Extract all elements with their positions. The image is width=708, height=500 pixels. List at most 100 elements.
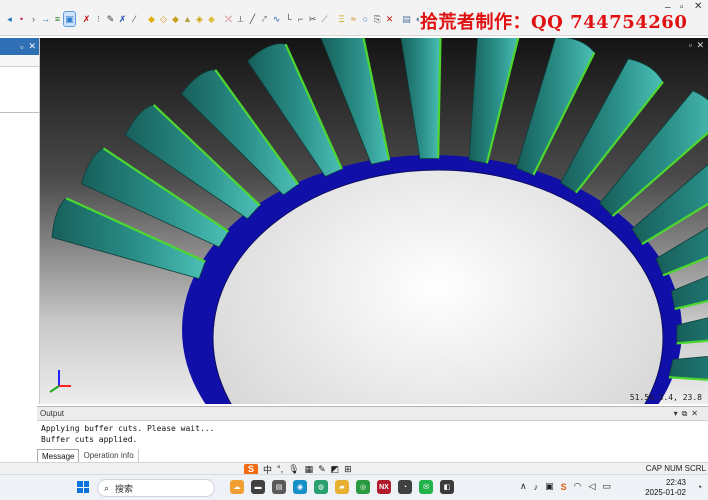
cross-icon[interactable]: ✗ [81,12,92,26]
toolbar-icon-row: ◂ • › → ≡ ▣ ✗ ⁝ ✎ ✗ ⁄ ◆ ◇ ◆ ▲ ◈ ◆ ⤫ ⟂ ╱ ⤤ ∿ └ ⌐ ✂ ⟋ Ξ ≈ ○ ⎘ ✕ ▤ ◐ [4,10,424,28]
system-tray: ∧ ♪ ▣ S ◠ ◁ ▭ [520,481,611,492]
folder-app-icon[interactable]: ▰ [335,480,349,494]
output-close-icon[interactable]: ✕ [691,409,702,418]
ime-keyboard-icon[interactable]: ▦ [305,464,314,475]
output-float-icon[interactable]: ⧉ [682,409,692,418]
mic-tray-icon[interactable]: ♪ [534,482,539,492]
shade-icon[interactable]: ▤ [401,12,412,26]
volume-icon[interactable]: ◁ [588,481,595,492]
viewport-close-icon[interactable]: ✕ [696,40,704,51]
knife-icon[interactable]: ⁄ [129,12,140,26]
output-line: Buffer cuts applied. [41,435,138,444]
battery-icon[interactable]: ▭ [602,481,611,492]
panel-divider [0,112,40,113]
delete-icon[interactable]: ✕ [384,12,395,26]
ime-punct-icon[interactable]: °, [277,464,283,474]
layer-icon[interactable]: ≡ [52,12,63,26]
output-log: Applying buffer cuts. Please wait... Buf… [37,421,708,447]
surface-3-icon[interactable]: ◆ [170,12,181,26]
clock-time: 22:43 [665,478,686,487]
output-dropdown-icon[interactable]: ▾ [674,409,682,418]
edit-x-icon[interactable]: ✗ [117,12,128,26]
copy-icon[interactable]: ⎘ [372,12,383,26]
close-button[interactable]: ✕ [694,1,702,12]
maximize-button[interactable]: ▫ [680,2,684,13]
status-bar: S 中 °, 🎙 ▦ ✎ ◩ ⊞ CAP NUM SCRL [0,462,708,475]
navigator-panel: ▫ ✕ [0,38,40,404]
view-readout: 51.5% 3.4, 23.8 [629,393,702,402]
line-icon[interactable]: ╱ [247,12,258,26]
main-toolbar: ◂ • › → ≡ ▣ ✗ ⁝ ✎ ✗ ⁄ ◆ ◇ ◆ ▲ ◈ ◆ ⤫ ⟂ ╱ ⤤ ∿ └ ⌐ ✂ ⟋ Ξ ≈ ○ ⎘ ✕ ▤ ◐ 拾荒者制作：… [0,0,708,36]
clock-date: 2025-01-02 [645,488,686,497]
msedge-app-icon[interactable]: ◍ [314,480,328,494]
output-title: Output [40,409,65,418]
ime-mic-icon[interactable]: 🎙 [288,464,299,475]
viewport-pin-icon[interactable]: ▫ [689,40,692,50]
cut-icon[interactable]: ✂ [307,12,318,26]
sky-app-icon[interactable]: ☁ [230,480,244,494]
output-panel-header: Output ▾⧉✕ [37,407,708,421]
arrow-right-icon[interactable]: → [40,12,51,26]
taskbar-apps: ☁ ▬ ▤ ◉ ◍ ▰ ◎ NX ◔ ✉ ◧ [230,480,454,494]
output-panel: Output ▾⧉✕ Applying buffer cuts. Please … [37,406,708,462]
taskbar-clock[interactable]: 22:43 2025-01-02 [645,478,686,498]
surface-icon[interactable]: ◆ [146,12,157,26]
chrome-app-icon[interactable]: ◎ [356,480,370,494]
toolbar-separator [396,12,400,26]
surface-6-icon[interactable]: ◆ [206,12,217,26]
arrow-left-icon[interactable]: ◂ [4,12,15,26]
ime-toolbox-icon[interactable]: ⊞ [344,464,352,475]
ime-skin-icon[interactable]: ◩ [331,464,340,475]
notification-bell-icon[interactable]: ◔ [697,482,702,492]
sogou-tray-icon[interactable]: S [561,482,567,492]
surface-4-icon[interactable]: ▲ [182,12,193,26]
impeller-model [51,38,708,404]
window-app-icon[interactable]: ▬ [251,480,265,494]
minimize-button[interactable]: – [665,2,671,13]
output-tabs: Message Operation info [37,449,139,462]
dot-icon[interactable]: • [16,12,27,26]
camera-app-icon[interactable]: ◧ [440,480,454,494]
corner-icon[interactable]: └ [283,12,294,26]
edge-app-icon[interactable]: ◉ [293,480,307,494]
selected-tool-icon[interactable]: ▣ [63,11,76,27]
toolbar-separator [76,12,80,26]
tab-message[interactable]: Message [37,449,80,462]
panel-close-icon[interactable]: ✕ [28,41,36,52]
offset-icon[interactable]: ⤤ [259,12,270,26]
chamfer-icon[interactable]: ⌐ [295,12,306,26]
qq-app-icon[interactable]: ◔ [398,480,412,494]
pin-icon[interactable]: ⁝ [93,12,104,26]
files-app-icon[interactable]: ▤ [272,480,286,494]
mirror-icon[interactable]: ⟂ [235,12,246,26]
text-icon[interactable]: Ξ [336,12,347,26]
blade-edge [668,376,708,381]
tray-app-icon[interactable]: ▣ [545,481,554,492]
keyboard-state-indicator: CAP NUM SCRL [645,464,706,473]
start-button-icon[interactable] [77,481,89,493]
surface-5-icon[interactable]: ◈ [194,12,205,26]
watermark-text: 拾荒者制作：QQ 744754260 [420,12,688,33]
blade-surface [468,38,519,164]
nx-app-icon[interactable]: NX [377,480,391,494]
join-icon[interactable]: ⟋ [319,12,330,26]
graphics-viewport[interactable]: ▫ ✕ 51.5% 3.4, 23.8 [40,38,708,404]
chevron-up-icon[interactable]: ∧ [520,481,527,492]
wifi-icon[interactable]: ◠ [574,481,582,492]
sogou-logo-icon[interactable]: S [244,463,258,475]
ring-icon[interactable]: ○ [360,12,371,26]
tab-operation-info[interactable]: Operation info [79,449,139,462]
trim-icon[interactable]: ⤫ [223,12,234,26]
output-controls[interactable]: ▾⧉✕ [674,409,702,419]
ime-handwrite-icon[interactable]: ✎ [318,464,326,475]
wave-icon[interactable]: ≈ [348,12,359,26]
chevron-right-icon[interactable]: › [28,12,39,26]
pen-icon[interactable]: ✎ [105,12,116,26]
search-icon: ⌕ [104,482,110,493]
curve-icon[interactable]: ∿ [271,12,282,26]
panel-pin-icon[interactable]: ▫ [20,42,23,52]
surface-2-icon[interactable]: ◇ [158,12,169,26]
output-line: Applying buffer cuts. Please wait... [41,424,215,433]
taskbar-search-input[interactable]: ⌕ 搜索 [97,479,215,497]
wechat-app-icon[interactable]: ✉ [419,480,433,494]
